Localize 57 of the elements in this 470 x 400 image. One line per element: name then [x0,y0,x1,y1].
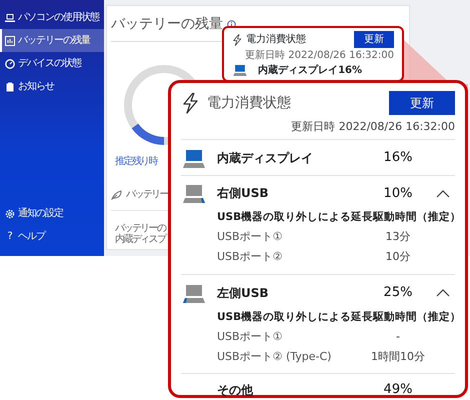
device-name: 左側USB [217,286,270,300]
help-icon: ? [5,229,15,244]
refresh-button[interactable]: 更新 [389,91,455,115]
device-name: 内蔵ディスプレイ [258,63,338,78]
sidebar-label: お知らせ [18,80,54,94]
laptop-icon [181,284,207,303]
gauge-icon [5,58,15,68]
sidebar-label: パソコンの使用状態 [18,10,99,25]
settings-icon [5,208,15,218]
percent-text: 10% [382,186,414,202]
sidebar-label: 通知の設定 [18,206,63,221]
panel-title: 電力消費状態 [207,94,291,112]
detail-heading: USB機器の取り外しによる延長駆動時間（推定） [217,310,462,325]
port-time: 13分 [384,230,412,244]
laptop-icon [181,150,207,168]
device-name: その他 [217,382,254,398]
timestamp-text: 更新日時 2022/08/26 16:32:00 [244,48,394,63]
port-time: 10分 [384,250,412,264]
note-text: 内蔵ディスプ [115,234,166,245]
lightning-icon [232,34,242,46]
timestamp-text: 更新日時 2022/08/26 16:32:00 [290,120,455,134]
sidebar-label: バッテリーの残量 [18,34,90,48]
sidebar-label: デバイスの状態 [18,56,81,71]
refresh-button[interactable]: 更新 [354,31,394,48]
card-title: 電力消費状態 [246,32,306,47]
percent-text: 25% [382,285,414,301]
device-name: 右側USB [217,186,270,201]
chart-icon [5,36,15,46]
chevron-button[interactable] [435,286,451,299]
sidebar-item[interactable]: バッテリーの残量 [0,29,104,52]
sidebar-item[interactable]: 通知の設定 [0,202,104,225]
sidebar-item[interactable]: パソコンの使用状態 [0,6,104,29]
port-time: 1時間10分 [370,350,426,363]
port-label: USBポート② (Type-C) [217,350,332,363]
sidebar-label: ヘルプ [18,230,45,244]
leaf-icon [111,190,122,200]
laptop-icon [181,185,207,204]
device-name: 内蔵ディスプレイ [217,150,314,166]
clipboard-icon [5,82,15,92]
sidebar-item[interactable]: お知らせ [0,75,104,98]
port-label: USBポート② [217,250,284,264]
port-label: USBポート① [217,330,284,343]
note-text: バッテリーの [115,223,166,234]
gauge-caption: 推定残り時 [115,154,158,169]
panel-title: バッテリーの残量 [111,15,223,34]
lightning-icon [181,92,199,114]
chevron-button[interactable] [435,188,451,200]
percent-text: 16% [382,150,414,166]
percent-text: 49% [382,382,414,398]
percent-text: 16% [338,64,362,78]
laptop-icon [232,65,248,76]
sidebar-item[interactable]: デバイスの状態 [0,52,104,75]
sidebar-item[interactable]: ? ヘルプ [0,225,104,248]
port-time: - [395,330,401,343]
laptop-icon [5,12,15,22]
port-label: USBポート① [217,230,284,244]
detail-heading: USB機器の取り外しによる延長駆動時間（推定） [217,210,462,226]
